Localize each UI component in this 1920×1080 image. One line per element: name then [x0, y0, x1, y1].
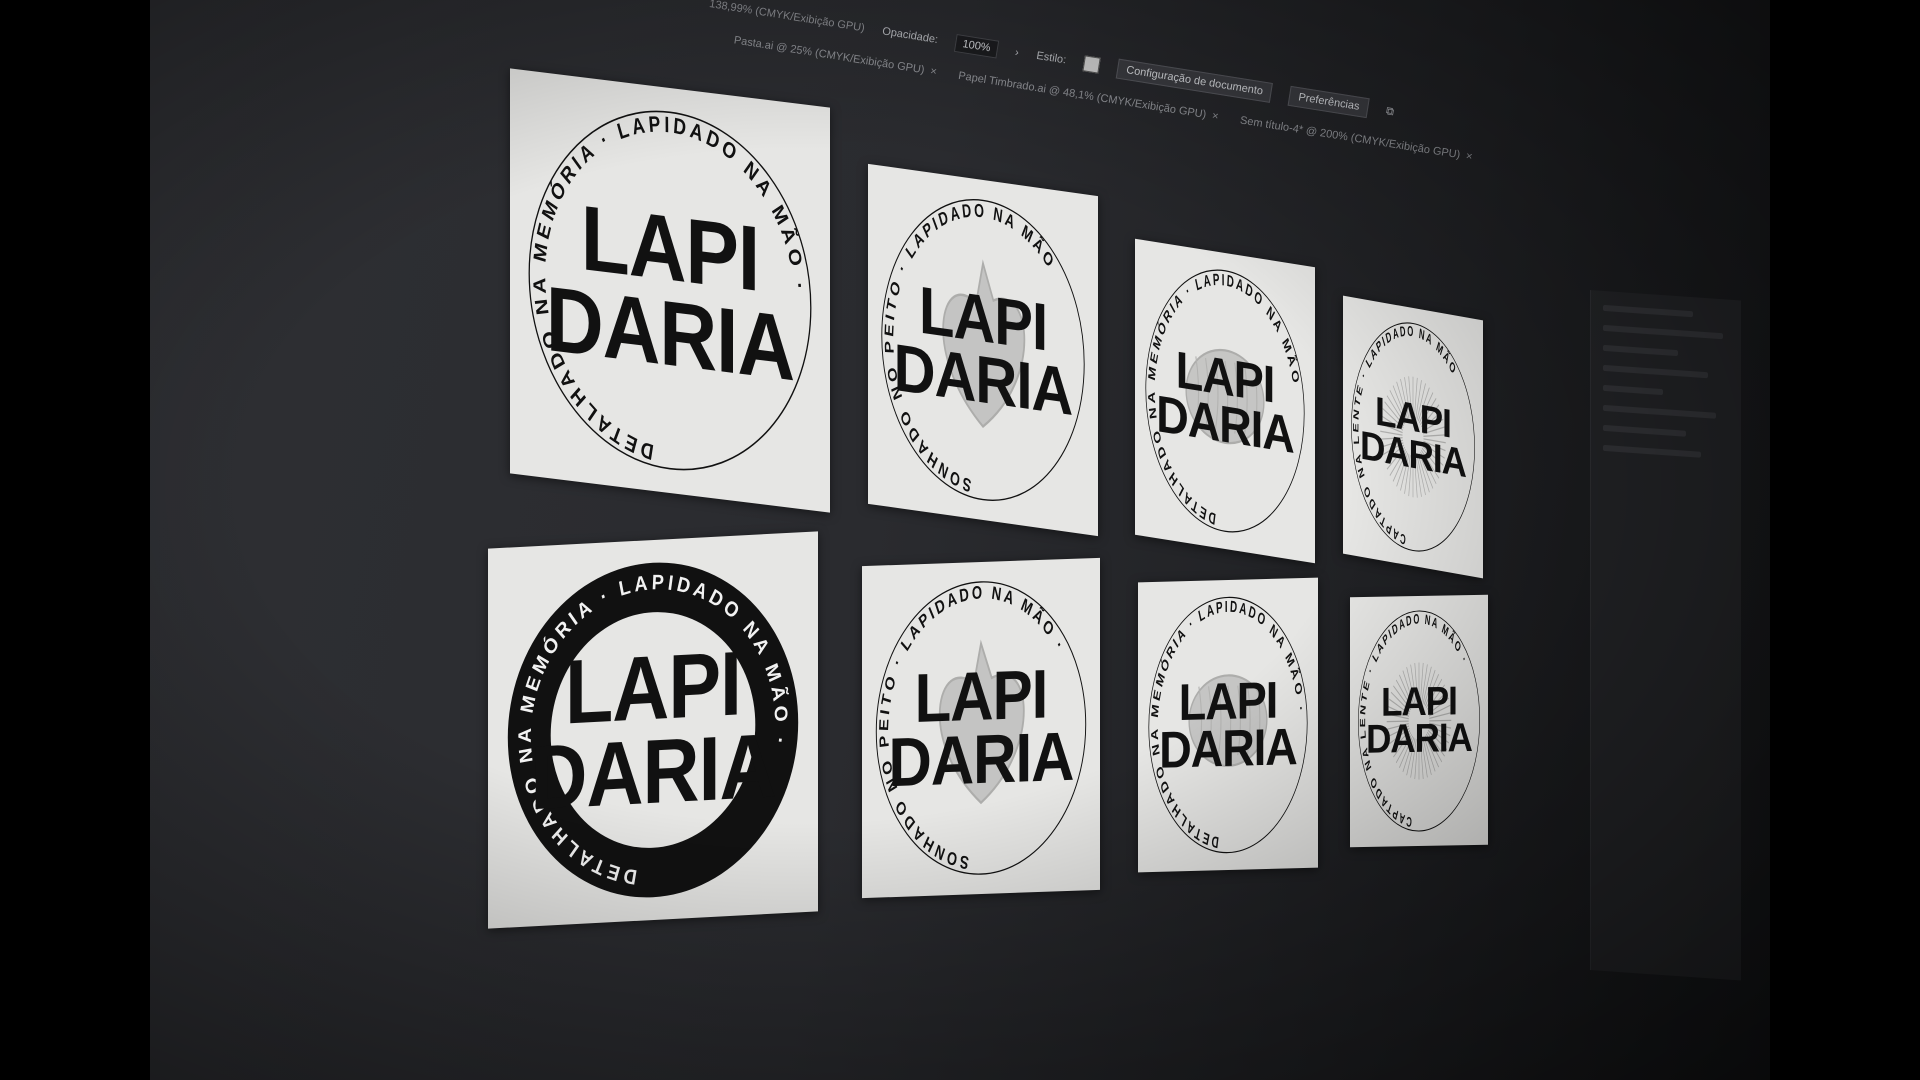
monitor-screen: 138,99% (CMYK/Exibição GPU) Opacidade: 1… — [150, 0, 1770, 1080]
lapidaria-wordmark: LAPI DARIA — [862, 655, 1100, 802]
wordmark-line-2: DARIA — [1159, 717, 1297, 780]
logo-card[interactable]: SONHADO NO PEITO · LAPIDADO NA MÃO · LAPI… — [862, 557, 1100, 899]
wordmark-line-2: DARIA — [888, 717, 1074, 802]
logo-card[interactable]: SONHADO NO PEITO · LAPIDADO NA MÃO LAPI DA… — [868, 163, 1098, 537]
logo-card[interactable]: CAPTADO NA LENTE · LAPIDADO NA MÃO LAPI DA… — [1343, 295, 1483, 579]
logo-card[interactable]: CAPTADO NA LENTE · LAPIDADO NA MÃO · LAPI… — [1350, 594, 1488, 848]
wordmark-line-2: DARIA — [1366, 715, 1472, 763]
logo-card[interactable]: DETALHADO NA MEMÓRIA · LAPIDADO NA MÃO ·… — [510, 68, 830, 513]
logo-card[interactable]: DETALHADO NA MEMÓRIA · LAPIDADO NA MÃO ·… — [488, 531, 818, 929]
logo-card[interactable]: DETALHADO NA MEMÓRIA · LAPIDADO NA MÃO ·… — [1138, 577, 1318, 873]
lapidaria-wordmark: LAPI DARIA — [1350, 679, 1488, 763]
lapidaria-wordmark: LAPI DARIA — [488, 631, 818, 829]
artboard-grid: DETALHADO NA MEMÓRIA · LAPIDADO NA MÃO ·… — [150, 0, 1770, 1080]
lapidaria-wordmark: LAPI DARIA — [1138, 670, 1318, 780]
wordmark-line-2: DARIA — [530, 713, 776, 829]
logo-card[interactable]: DETALHADO NA MEMÓRIA · LAPIDADO NA MÃO LA… — [1135, 238, 1315, 564]
